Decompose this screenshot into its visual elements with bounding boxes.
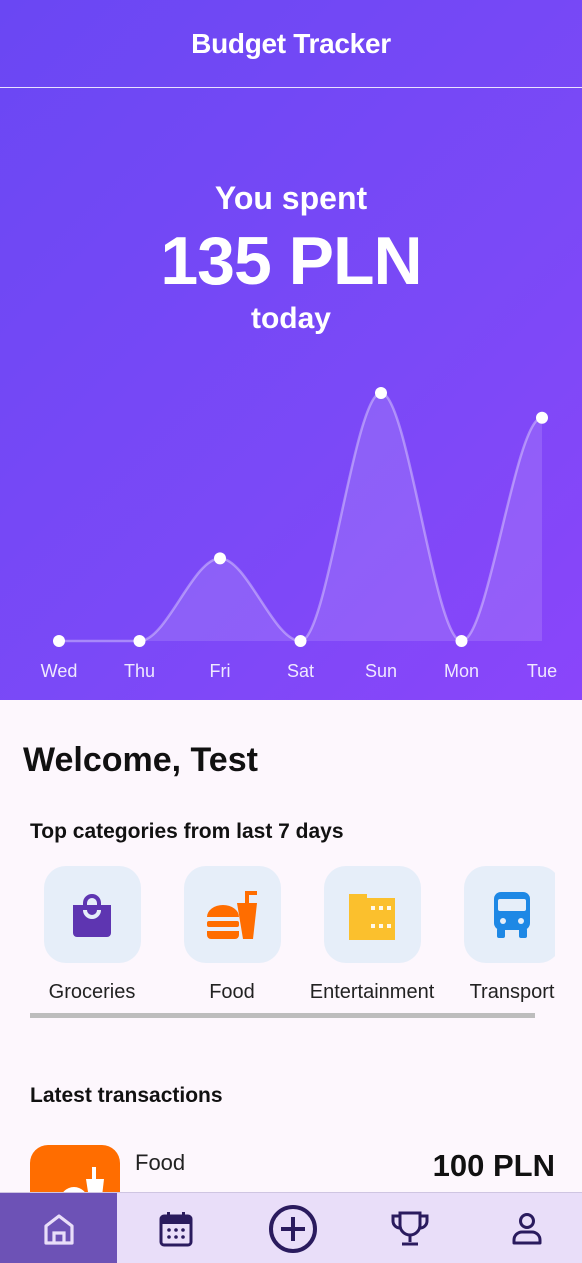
nav-home[interactable]: [0, 1193, 117, 1263]
category-tile: [43, 866, 141, 963]
category-transport[interactable]: Transport: [442, 866, 555, 1004]
category-label: Food: [209, 981, 255, 1003]
bus-icon: [494, 891, 530, 938]
calendar-icon: [159, 1211, 192, 1246]
category-entertainment[interactable]: Entertainment: [302, 866, 442, 1004]
chart-point[interactable]: [214, 552, 226, 565]
nav-calendar[interactable]: [117, 1193, 234, 1263]
fastfood-icon: [207, 890, 257, 939]
category-label: Entertainment: [309, 981, 435, 1003]
categories-scrollbar[interactable]: [30, 1013, 535, 1018]
chart-tick-label: Fri: [210, 661, 231, 681]
transaction-name: Food: [135, 1150, 186, 1175]
chart-tick-label: Mon: [444, 661, 479, 681]
category-tile: [463, 866, 555, 963]
chart-tick-label: Wed: [41, 661, 78, 681]
welcome-heading: Welcome, Test: [23, 741, 258, 779]
chart-tick-label: Thu: [124, 661, 155, 681]
spent-amount: 135 PLN: [160, 223, 422, 299]
spent-period: today: [250, 302, 331, 335]
chart-point[interactable]: [294, 635, 307, 647]
shopping-bag-icon: [73, 893, 111, 937]
chart-tick-label: Sat: [287, 661, 314, 681]
category-tile: [323, 866, 421, 963]
chart-point[interactable]: [375, 387, 387, 399]
app-bar: Budget Tracker: [0, 0, 582, 88]
nav-achievements[interactable]: [351, 1193, 468, 1263]
summary-panel: Budget Tracker You spent 135 PLN today W…: [0, 0, 582, 700]
nav-profile[interactable]: [468, 1193, 582, 1263]
category-food[interactable]: Food: [162, 866, 302, 1004]
transactions-title: Latest transactions: [30, 1084, 223, 1107]
app-title: Budget Tracker: [191, 27, 391, 59]
person-icon: [512, 1212, 541, 1244]
category-label: Transport: [469, 981, 555, 1003]
chart-area: [59, 393, 542, 641]
bottom-navigation: [0, 1192, 582, 1263]
category-groceries[interactable]: Groceries: [30, 866, 162, 1004]
nav-add[interactable]: [234, 1193, 351, 1263]
trophy-icon: [391, 1211, 428, 1245]
category-label: Groceries: [48, 981, 136, 1003]
category-tile: [183, 866, 281, 963]
chart-line: [59, 391, 543, 643]
home-icon: [43, 1213, 74, 1245]
add-circle-icon: [268, 1204, 317, 1253]
spending-chart: Wed Thu Fri Sat Sun Mon Tue: [41, 387, 557, 681]
chart-point[interactable]: [53, 635, 65, 647]
chart-tick-label: Sun: [365, 661, 397, 681]
chart-point[interactable]: [455, 635, 468, 647]
chart-point[interactable]: [536, 411, 548, 424]
spent-label: You spent: [214, 180, 368, 216]
transaction-amount: 100 PLN: [432, 1148, 555, 1183]
chart-point[interactable]: [133, 635, 146, 647]
movie-film-icon: [349, 893, 395, 940]
categories-carousel[interactable]: Groceries Food Entertainment Transport: [30, 866, 555, 1006]
chart-tick-label: Tue: [527, 661, 557, 681]
categories-title: Top categories from last 7 days: [30, 820, 344, 843]
